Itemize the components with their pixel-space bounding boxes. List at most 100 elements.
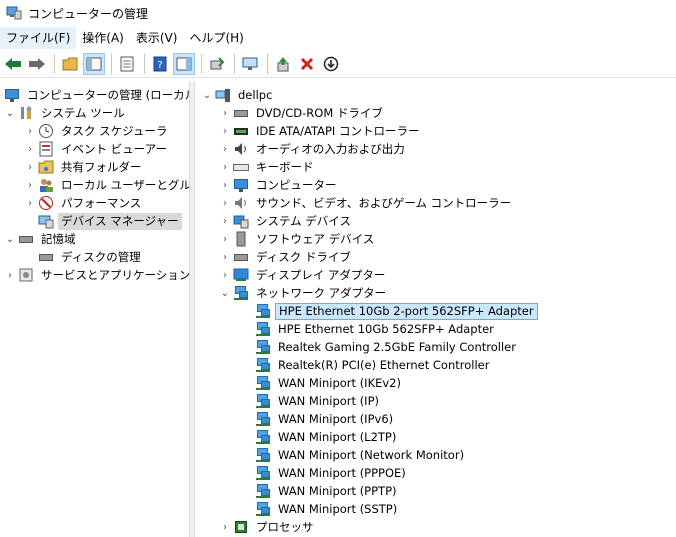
network-device-item[interactable]: WAN Miniport (IPv6) [253, 410, 396, 428]
properties-icon[interactable] [116, 53, 138, 75]
chevron-right-icon[interactable]: › [219, 104, 231, 122]
network-adapter-icon [255, 393, 271, 409]
event-viewer-icon [38, 141, 54, 157]
category-ide[interactable]: › IDE ATA/ATAPI コントローラー [219, 122, 422, 140]
network-adapter-icon [255, 303, 271, 319]
toolbar-separator [201, 53, 202, 74]
category-disk-drives[interactable]: › ディスク ドライブ [219, 248, 354, 266]
category-system-devices[interactable]: › システム デバイス [219, 212, 354, 230]
disk-management-icon [38, 249, 54, 265]
category-keyboard[interactable]: › キーボード [219, 158, 317, 176]
chevron-right-icon[interactable]: › [219, 158, 231, 176]
update-driver-icon[interactable] [272, 53, 294, 75]
system-device-icon [233, 213, 249, 229]
network-adapter-icon [255, 375, 271, 391]
display-adapter-icon [233, 267, 249, 283]
forward-arrow-icon[interactable] [26, 53, 48, 75]
back-arrow-icon[interactable] [2, 53, 24, 75]
menu-help[interactable]: ヘルプ(H) [183, 27, 249, 49]
dvd-drive-icon [233, 105, 249, 121]
chevron-right-icon[interactable]: › [219, 518, 231, 536]
network-adapter-icon [255, 483, 271, 499]
chevron-right-icon[interactable]: › [24, 194, 36, 212]
chevron-right-icon[interactable]: › [24, 176, 36, 194]
category-sound[interactable]: › サウンド、ビデオ、およびゲーム コントローラー [219, 194, 514, 212]
category-computer[interactable]: › コンピューター [219, 176, 340, 194]
sound-icon [233, 195, 249, 211]
device-tree: ⌄ dellpc › DVD/CD-ROM ドライブ › IDE ATA/ATA… [195, 82, 676, 537]
chevron-right-icon[interactable]: › [219, 212, 231, 230]
network-device-item[interactable]: HPE Ethernet 10Gb 2-port 562SFP+ Adapter [253, 302, 538, 320]
up-folder-icon[interactable] [59, 53, 81, 75]
tree-item-device-manager[interactable]: デバイス マネージャー [36, 212, 182, 230]
chevron-right-icon[interactable]: › [219, 266, 231, 284]
menu-file[interactable]: ファイル(F) [0, 27, 77, 49]
tree-item-performance[interactable]: › パフォーマンス [24, 194, 144, 212]
tree-item-services-apps[interactable]: › サービスとアプリケーション [4, 266, 189, 284]
network-device-item[interactable]: WAN Miniport (PPPOE) [253, 464, 409, 482]
chevron-right-icon[interactable]: › [219, 122, 231, 140]
network-device-item[interactable]: HPE Ethernet 10Gb 562SFP+ Adapter [253, 320, 497, 338]
software-device-icon [233, 231, 249, 247]
toolbar-separator [144, 53, 145, 74]
chevron-down-icon[interactable]: ⌄ [201, 86, 213, 104]
network-device-item[interactable]: WAN Miniport (PPTP) [253, 482, 400, 500]
scan-hardware-icon[interactable] [206, 53, 228, 75]
action-pane-icon[interactable] [173, 52, 195, 75]
chevron-right-icon[interactable]: › [219, 230, 231, 248]
chevron-right-icon[interactable]: › [219, 140, 231, 158]
window-title: コンピューターの管理 [28, 6, 149, 21]
network-device-item[interactable]: WAN Miniport (SSTP) [253, 500, 400, 518]
chevron-right-icon[interactable]: › [4, 266, 16, 284]
network-device-item[interactable]: Realtek(R) PCI(e) Ethernet Controller [253, 356, 492, 374]
tree-item-disk-management[interactable]: ディスクの管理 [36, 248, 144, 266]
chevron-right-icon[interactable]: › [24, 158, 36, 176]
title-bar: コンピューターの管理 [0, 0, 676, 26]
network-device-item[interactable]: WAN Miniport (L2TP) [253, 428, 399, 446]
monitor-icon[interactable] [239, 53, 261, 75]
storage-icon [18, 231, 34, 247]
users-icon [38, 177, 54, 193]
menu-view[interactable]: 表示(V) [130, 27, 184, 49]
chevron-right-icon[interactable]: › [24, 122, 36, 140]
help-icon[interactable]: ? [149, 53, 171, 75]
category-software-devices[interactable]: › ソフトウェア デバイス [219, 230, 377, 248]
tree-item-storage[interactable]: ⌄ 記憶域 [4, 230, 79, 248]
tree-item-task-scheduler[interactable]: › タスク スケジューラ [24, 122, 170, 140]
category-processors[interactable]: › プロセッサ [219, 518, 317, 536]
network-device-item[interactable]: WAN Miniport (IP) [253, 392, 382, 410]
category-display-adapters[interactable]: › ディスプレイ アダプター [219, 266, 388, 284]
computer-icon [215, 87, 231, 103]
chevron-down-icon[interactable]: ⌄ [219, 284, 231, 302]
svg-text:?: ? [157, 60, 162, 71]
device-root[interactable]: ⌄ dellpc [201, 86, 275, 104]
category-dvd[interactable]: › DVD/CD-ROM ドライブ [219, 104, 386, 122]
chevron-right-icon[interactable]: › [219, 248, 231, 266]
category-network-adapters[interactable]: ⌄ ネットワーク アダプター [219, 284, 389, 302]
tree-item-local-users[interactable]: › ローカル ユーザーとグループ [24, 176, 189, 194]
chevron-right-icon[interactable]: › [219, 194, 231, 212]
network-device-item[interactable]: WAN Miniport (IKEv2) [253, 374, 404, 392]
network-adapter-icon [233, 285, 249, 301]
network-device-item[interactable]: WAN Miniport (Network Monitor) [253, 446, 467, 464]
tree-item-event-viewer[interactable]: › イベント ビューアー [24, 140, 170, 158]
chevron-down-icon[interactable]: ⌄ [4, 104, 16, 122]
chevron-right-icon[interactable]: › [219, 176, 231, 194]
download-circle-icon[interactable] [320, 53, 342, 75]
tree-item-shared-folders[interactable]: › 共有フォルダー [24, 158, 145, 176]
menu-action[interactable]: 操作(A) [76, 27, 130, 49]
clock-icon [38, 123, 54, 139]
tree-item-root[interactable]: コンピューターの管理 (ローカル) [2, 86, 189, 104]
network-device-item[interactable]: Realtek Gaming 2.5GbE Family Controller [253, 338, 519, 356]
category-audio-io[interactable]: › オーディオの入力および出力 [219, 140, 408, 158]
uninstall-x-icon[interactable] [296, 53, 318, 75]
chevron-down-icon[interactable]: ⌄ [4, 230, 16, 248]
chevron-right-icon[interactable]: › [24, 140, 36, 158]
network-adapter-icon [255, 321, 271, 337]
navigation-tree: コンピューターの管理 (ローカル) ⌄ システム ツール › タスク スケジュー… [0, 82, 189, 537]
network-adapter-icon [255, 429, 271, 445]
tree-item-system-tools[interactable]: ⌄ システム ツール [4, 104, 128, 122]
show-hide-tree-icon[interactable] [83, 52, 105, 75]
toolbar-separator [54, 53, 55, 74]
network-adapter-icon [255, 357, 271, 373]
